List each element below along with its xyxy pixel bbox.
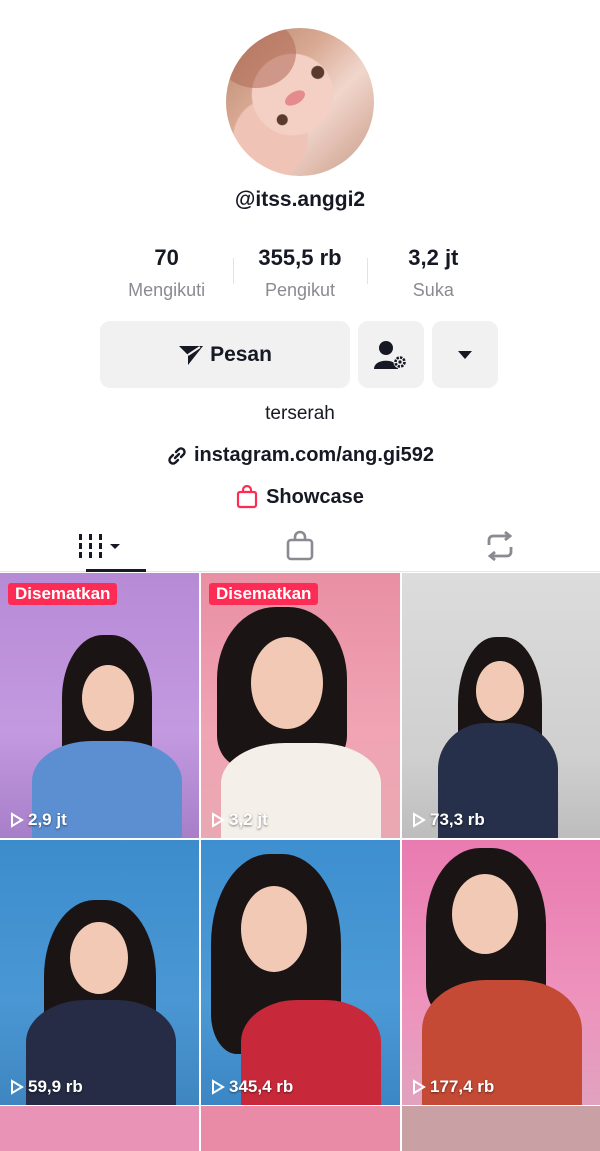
stat-likes-label: Suka: [412, 280, 454, 300]
video-grid-next-row: [0, 1106, 600, 1151]
message-button[interactable]: Pesan: [100, 321, 350, 388]
send-icon: [179, 345, 204, 365]
profile-link[interactable]: instagram.com/ang.gi592: [0, 444, 600, 467]
play-icon: [413, 812, 426, 828]
profile-actions: Pesan: [100, 321, 498, 388]
video-thumbnail[interactable]: [402, 1106, 600, 1151]
stat-following[interactable]: 70 Mengikuti: [100, 244, 233, 304]
thumbnail-figure: [241, 886, 307, 972]
stat-followers-label: Pengikut: [264, 280, 336, 300]
video-thumbnail[interactable]: 59,9 rb: [0, 840, 199, 1105]
thumbnail-figure: [476, 661, 524, 721]
profile-tabs: [0, 520, 600, 572]
more-options-button[interactable]: [432, 321, 498, 388]
thumbnail-figure: [70, 922, 128, 994]
add-friend-button[interactable]: [358, 321, 424, 388]
avatar-lips: [282, 87, 308, 109]
video-thumbnail[interactable]: Disematkan 3,2 jt: [201, 573, 400, 838]
play-icon: [212, 1079, 225, 1095]
stat-followers[interactable]: 355,5 rb Pengikut: [233, 244, 366, 304]
message-button-label: Pesan: [210, 342, 272, 366]
view-count: 73,3 rb: [412, 810, 485, 830]
stat-likes[interactable]: 3,2 jt Suka: [366, 244, 500, 304]
video-thumbnail[interactable]: 345,4 rb: [201, 840, 400, 1105]
thumbnail-figure: [452, 874, 518, 954]
view-count: 345,4 rb: [211, 1077, 293, 1097]
view-count-value: 2,9 jt: [28, 810, 67, 829]
profile-bio: terserah: [265, 403, 335, 424]
view-count-value: 59,9 rb: [28, 1077, 83, 1096]
view-count-value: 345,4 rb: [229, 1077, 294, 1096]
stat-following-value: 70: [154, 245, 179, 270]
play-icon: [11, 812, 24, 828]
profile-stats: 70 Mengikuti 355,5 rb Pengikut 3,2 jt Su…: [100, 244, 500, 304]
repost-icon: [487, 530, 513, 561]
profile-link-text: instagram.com/ang.gi592: [193, 444, 435, 466]
pinned-badge: Disematkan: [8, 583, 118, 605]
play-icon: [11, 1079, 24, 1095]
view-count: 177,4 rb: [412, 1077, 494, 1097]
stat-likes-value: 3,2 jt: [408, 245, 459, 270]
thumbnail-figure: [82, 665, 134, 731]
avatar-hair: [226, 28, 296, 88]
video-thumbnail[interactable]: [201, 1106, 400, 1151]
user-settings-icon: [374, 340, 407, 369]
view-count: 3,2 jt: [211, 810, 268, 830]
link-icon: [168, 446, 186, 465]
pinned-badge: Disematkan: [209, 583, 319, 605]
view-count-value: 177,4 rb: [430, 1077, 495, 1096]
view-count: 59,9 rb: [10, 1077, 83, 1097]
view-count-value: 3,2 jt: [229, 810, 268, 829]
caret-down-icon: [458, 350, 472, 359]
view-count: 2,9 jt: [10, 810, 67, 830]
shopping-bag-icon: [236, 485, 258, 509]
video-thumbnail[interactable]: 177,4 rb: [402, 840, 600, 1105]
video-thumbnail[interactable]: [0, 1106, 199, 1151]
video-grid: Disematkan 2,9 jt Disematkan 3,2 jt 73,3…: [0, 573, 600, 1105]
grid-icon: [79, 533, 120, 558]
showcase-label: Showcase: [266, 485, 364, 508]
play-icon: [212, 812, 225, 828]
shopping-bag-icon: [286, 530, 314, 560]
showcase-link[interactable]: Showcase: [0, 485, 600, 509]
profile-username: @itss.anggi2: [234, 188, 366, 211]
video-thumbnail[interactable]: 73,3 rb: [402, 573, 600, 838]
play-icon: [413, 1079, 426, 1095]
thumbnail-figure: [251, 637, 323, 729]
view-count-value: 73,3 rb: [430, 810, 485, 829]
stat-followers-value: 355,5 rb: [258, 245, 342, 270]
video-thumbnail[interactable]: Disematkan 2,9 jt: [0, 573, 199, 838]
profile-avatar[interactable]: [226, 28, 374, 176]
tab-shop[interactable]: [200, 520, 400, 571]
stat-following-label: Mengikuti: [128, 280, 206, 300]
tab-reposts[interactable]: [400, 520, 600, 571]
tab-videos[interactable]: [0, 520, 200, 572]
